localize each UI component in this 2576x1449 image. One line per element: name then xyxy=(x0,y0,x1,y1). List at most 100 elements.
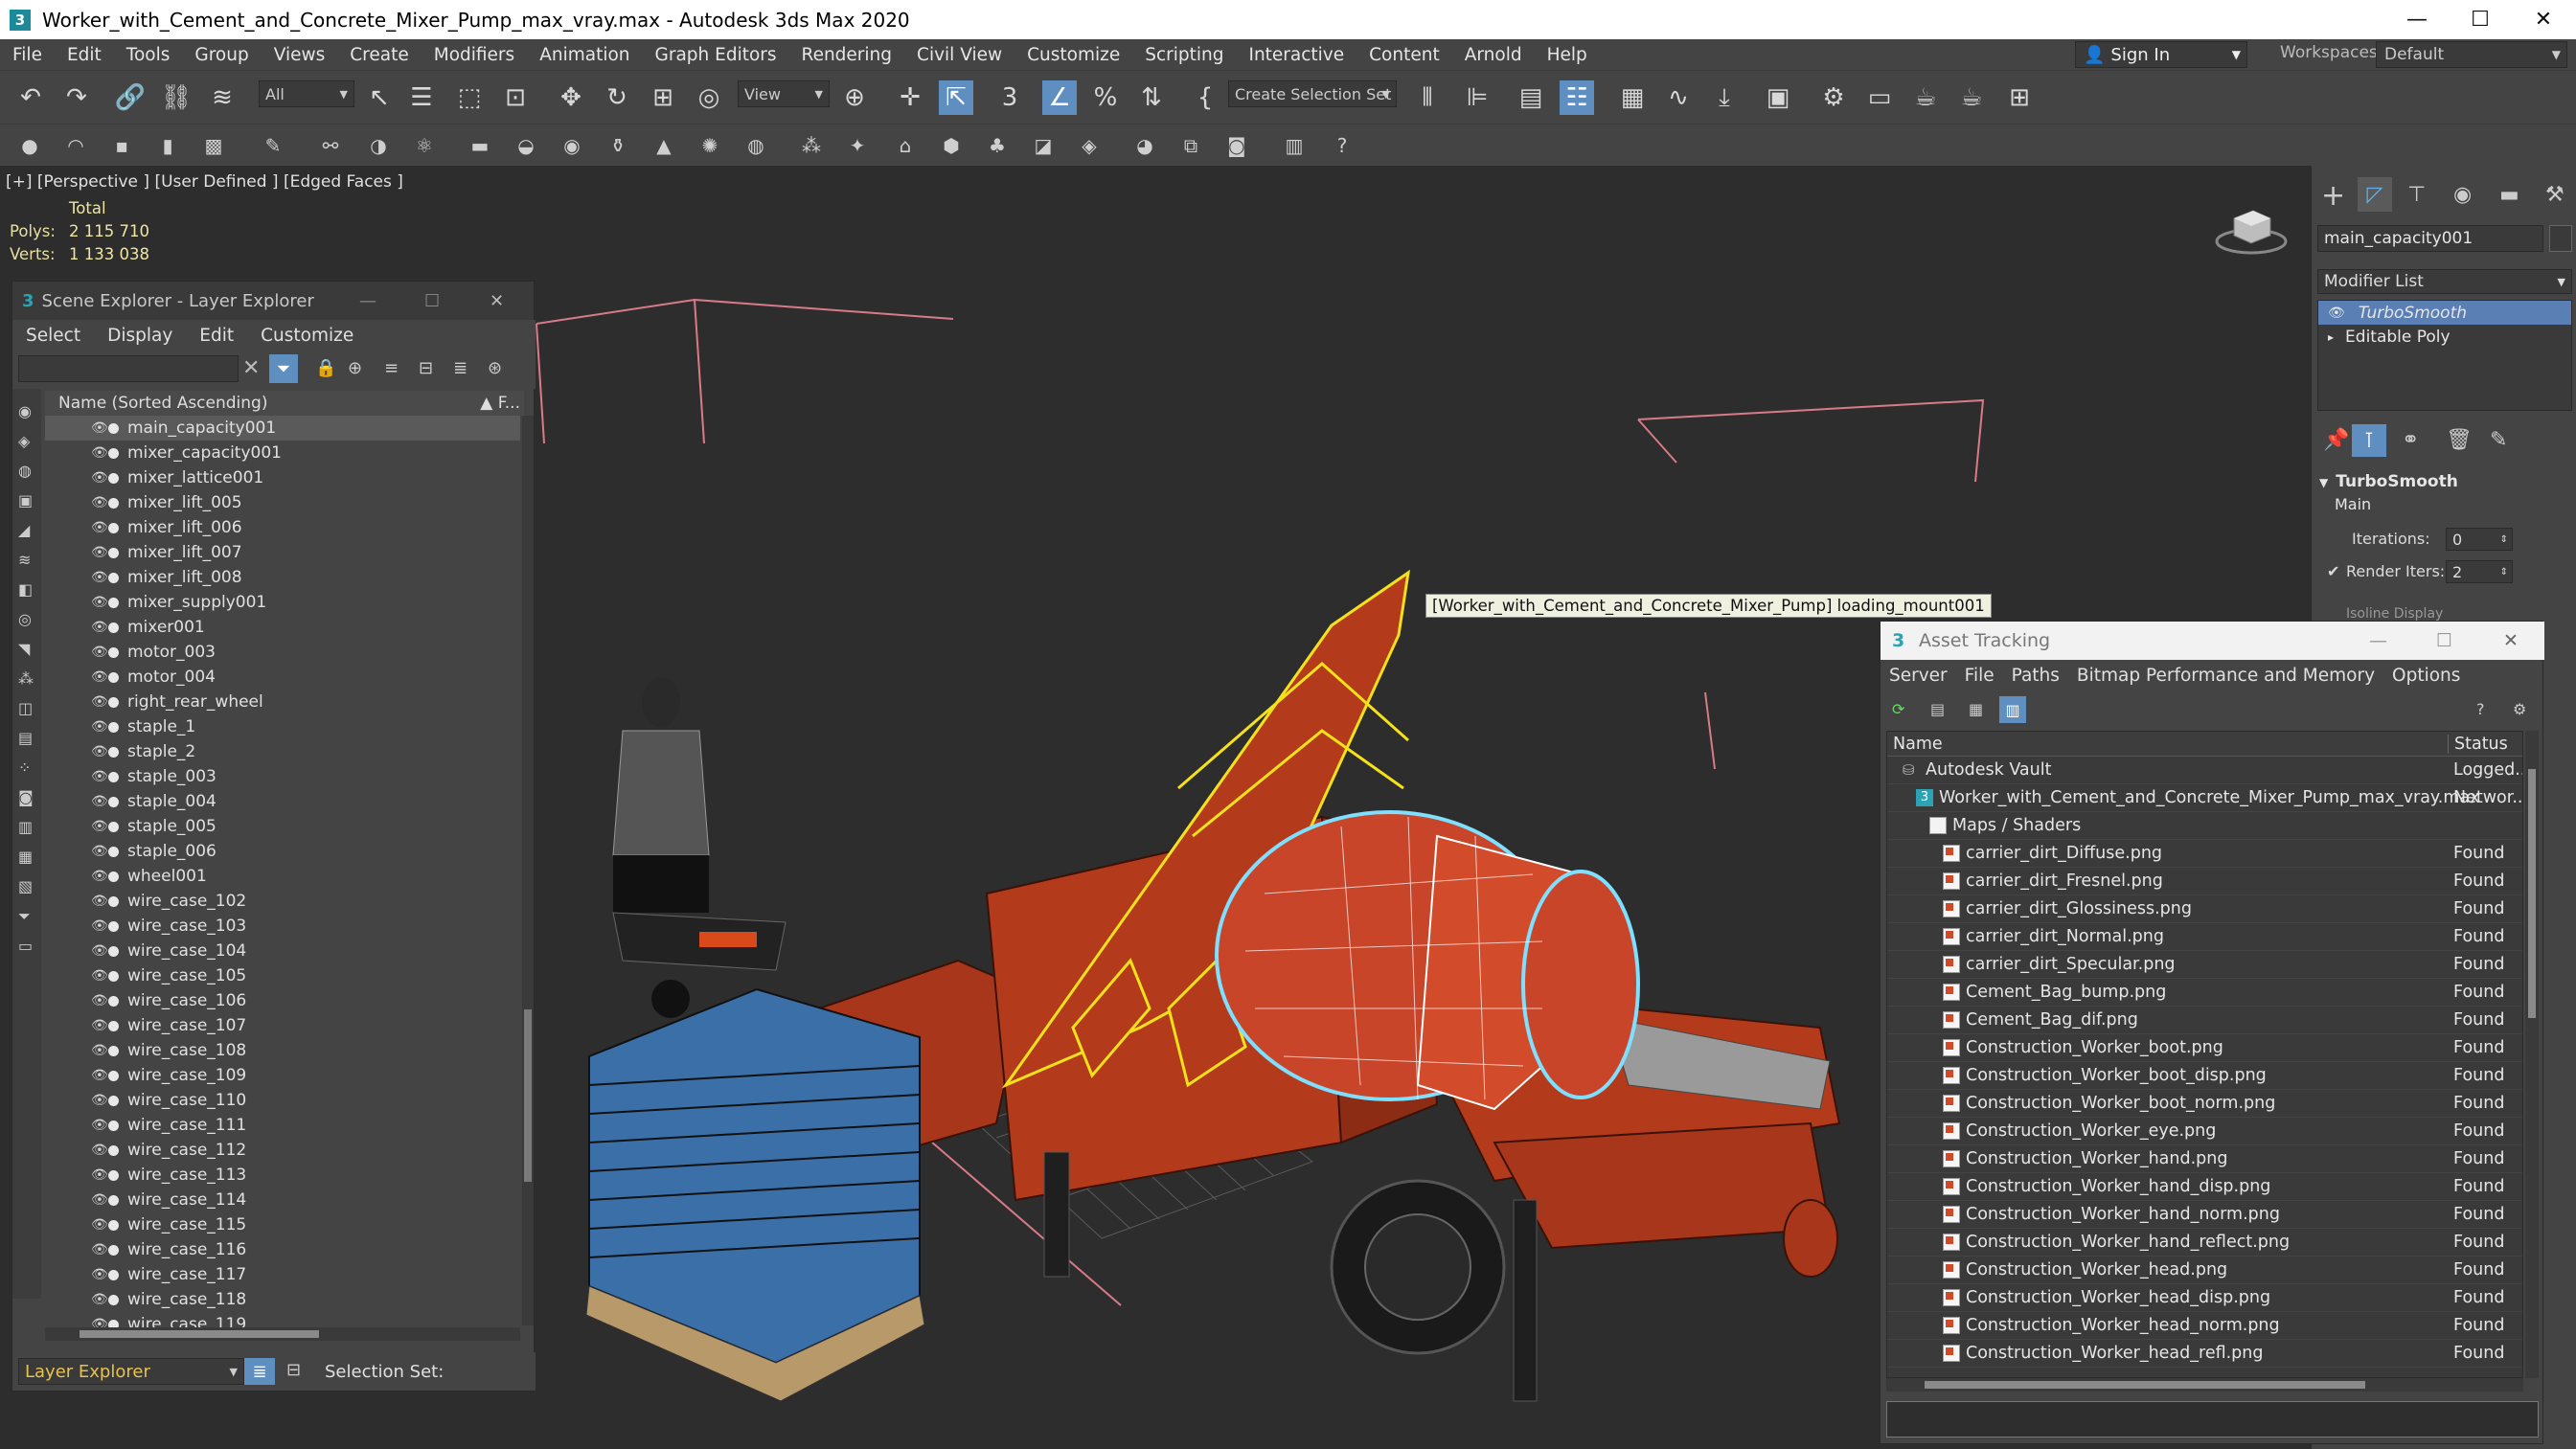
close-icon[interactable]: ✕ xyxy=(2503,630,2519,651)
list-item[interactable]: 👁 mixer_lift_006 xyxy=(45,515,520,540)
eye-icon[interactable]: 👁 xyxy=(91,420,108,436)
table-row[interactable]: Construction_Worker_hand_reflect.png Foun… xyxy=(1887,1229,2522,1257)
spinner-arrows-icon[interactable]: ⇕ xyxy=(2500,567,2508,577)
teapot-icon[interactable]: ⚱ xyxy=(604,131,632,160)
object-color-swatch[interactable] xyxy=(2549,225,2572,252)
frame-icon[interactable]: ⧉ xyxy=(1176,131,1205,160)
layer-explorer-dropdown[interactable]: Layer Explorer ▼ xyxy=(18,1358,244,1385)
drum-icon[interactable]: ◈ xyxy=(1075,131,1104,160)
modifier-list-dropdown[interactable]: Modifier List ▼ xyxy=(2317,269,2572,294)
modify-tab-icon[interactable]: ◸ xyxy=(2358,177,2392,212)
freeze-dot-icon[interactable] xyxy=(108,920,119,932)
selection-filter-dropdown[interactable]: All ▼ xyxy=(259,80,354,107)
eye-icon[interactable]: 👁 xyxy=(91,1018,108,1033)
at-menu-options[interactable]: Options xyxy=(2383,666,2469,686)
freeze-dot-icon[interactable] xyxy=(108,1219,119,1231)
freeze-dot-icon[interactable] xyxy=(108,497,119,509)
se-horizontal-scrollbar[interactable] xyxy=(45,1327,520,1341)
eye-icon[interactable]: 👁 xyxy=(91,694,108,710)
table-row[interactable]: Construction_Worker_head_norm.png Found xyxy=(1887,1312,2522,1340)
freeze-dot-icon[interactable] xyxy=(108,696,119,708)
toggle-ribbon-icon[interactable]: ▦ xyxy=(1615,80,1650,115)
show-end-result-icon[interactable]: ⊺ xyxy=(2352,424,2386,457)
freeze-dot-icon[interactable] xyxy=(108,1294,119,1305)
table-row[interactable]: Construction_Worker_hand_norm.png Found xyxy=(1887,1201,2522,1229)
se-filter-icons[interactable]: ◉ ◈ ◍ ▣ ◢ ≋ ◧ ◎ ◥ ⁂ ◫ ▤ ⁘ ◙ ▥ ▦ ▧ ⏷ ▭ xyxy=(18,396,34,961)
eye-icon[interactable]: 👁 xyxy=(91,1242,108,1257)
se-menu-select[interactable]: Select xyxy=(12,326,94,346)
create-shape-icon[interactable]: ◠ xyxy=(61,131,90,160)
material-editor-icon[interactable]: ▣ xyxy=(1761,80,1795,115)
freeze-dot-icon[interactable] xyxy=(108,970,119,982)
freeze-dot-icon[interactable] xyxy=(108,1120,119,1131)
particles-icon[interactable]: ⁂ xyxy=(797,131,826,160)
cloth-icon[interactable]: ⌂ xyxy=(891,131,920,160)
freeze-dot-icon[interactable] xyxy=(108,721,119,733)
spinner-arrows-icon[interactable]: ⇕ xyxy=(2500,534,2508,545)
freeze-dot-icon[interactable] xyxy=(108,572,119,583)
table-row[interactable]: carrier_dirt_Fresnel.png Found xyxy=(1887,868,2522,895)
eye-icon[interactable]: 👁 xyxy=(91,645,108,660)
eye-icon[interactable]: 👁 xyxy=(91,495,108,510)
list-item[interactable]: 👁 main_capacity001 xyxy=(45,416,520,441)
new-layer-icon[interactable]: ⊕ xyxy=(348,358,362,378)
table-view-icon[interactable]: ▦ xyxy=(1969,700,1983,718)
table-row[interactable]: Construction_Worker_head_disp.png Found xyxy=(1887,1284,2522,1312)
utilities-tab-icon[interactable]: ⚒ xyxy=(2545,183,2565,207)
hierarchy-tab-icon[interactable]: ⊤ xyxy=(2407,183,2426,207)
status-column-header[interactable]: Status xyxy=(2448,734,2508,754)
eye-icon[interactable]: 👁 xyxy=(91,1043,108,1058)
eye-icon[interactable]: 👁 xyxy=(91,993,108,1008)
freeze-dot-icon[interactable] xyxy=(108,846,119,857)
menu-scripting[interactable]: Scripting xyxy=(1132,45,1236,65)
toggle-scene-explorer-icon[interactable]: ▤ xyxy=(1514,80,1548,115)
menu-graph-editors[interactable]: Graph Editors xyxy=(643,45,789,65)
select-move-icon[interactable]: ✥ xyxy=(554,80,588,115)
schematic-view-icon[interactable]: ⤓ xyxy=(1707,80,1742,115)
at-menu-server[interactable]: Server xyxy=(1881,666,1956,686)
list-item[interactable]: 👁 staple_006 xyxy=(45,839,520,864)
omni-light-icon[interactable]: ◍ xyxy=(741,131,770,160)
create-geometry-icon[interactable]: ● xyxy=(15,131,44,160)
paint-icon[interactable]: ✎ xyxy=(259,131,287,160)
eye-icon[interactable]: 👁 xyxy=(91,520,108,535)
render-cam-icon[interactable]: ◙ xyxy=(1222,131,1251,160)
sphere-icon[interactable]: ◉ xyxy=(558,131,586,160)
freeze-dot-icon[interactable] xyxy=(108,1169,119,1181)
eye-icon[interactable]: 👁 xyxy=(91,719,108,735)
minimize-icon[interactable]: — xyxy=(359,291,376,311)
menu-tools[interactable]: Tools xyxy=(114,45,183,65)
render-iters-spinner[interactable]: 2 ⇕ xyxy=(2446,560,2513,583)
list-item[interactable]: 👁 wire_case_114 xyxy=(45,1188,520,1212)
freeze-dot-icon[interactable] xyxy=(108,622,119,633)
snaps-toggle-icon[interactable]: 3 xyxy=(992,80,1027,115)
poly-tool-icon[interactable]: ▪ xyxy=(107,131,136,160)
maximize-icon[interactable]: ☐ xyxy=(424,291,440,311)
eye-icon[interactable]: 👁 xyxy=(91,1292,108,1307)
stack-item-editable-poly[interactable]: ▸ Editable Poly xyxy=(2318,325,2571,349)
reactor-icon[interactable]: ⚛ xyxy=(410,131,439,160)
cone-icon[interactable]: ▲ xyxy=(650,131,678,160)
window-crossing-icon[interactable]: ⊡ xyxy=(498,80,533,115)
menu-arnold[interactable]: Arnold xyxy=(1452,45,1535,65)
menu-interactive[interactable]: Interactive xyxy=(1236,45,1356,65)
spinner-snap-icon[interactable]: ⇅ xyxy=(1134,80,1169,115)
freeze-dot-icon[interactable] xyxy=(108,1020,119,1031)
menu-file[interactable]: File xyxy=(0,45,55,65)
eye-icon[interactable]: 👁 xyxy=(91,595,108,610)
eye-icon[interactable]: 👁 xyxy=(91,918,108,934)
render-iterative-icon[interactable]: ☕ xyxy=(1954,80,1989,115)
freeze-dot-icon[interactable] xyxy=(108,871,119,882)
remove-modifier-icon[interactable]: 🗑 xyxy=(2446,428,2473,452)
freeze-dot-icon[interactable] xyxy=(108,522,119,533)
lock-icon[interactable]: 🔒 xyxy=(315,358,336,378)
brush-icon[interactable]: ▮ xyxy=(153,131,182,160)
se-frozen-column[interactable]: ▲ F... xyxy=(480,394,520,413)
table-row[interactable]: Construction_Worker_eye.png Found xyxy=(1887,1118,2522,1145)
pivot-center-icon[interactable]: ⊕ xyxy=(837,80,872,115)
eye-icon[interactable]: 👁 xyxy=(91,1143,108,1158)
viewport-label-menu[interactable]: [+] [Perspective ] [User Defined ] [Edge… xyxy=(6,172,403,192)
freeze-dot-icon[interactable] xyxy=(108,547,119,558)
reference-coordinate-dropdown[interactable]: View ▼ xyxy=(738,80,830,107)
freeze-dot-icon[interactable] xyxy=(108,945,119,957)
